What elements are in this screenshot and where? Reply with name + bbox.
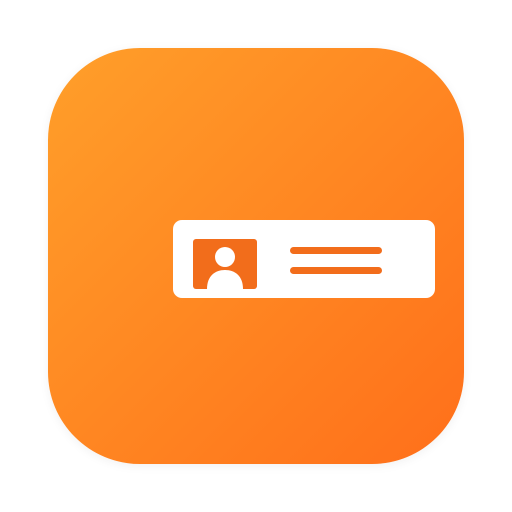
user-avatar-icon <box>193 239 257 289</box>
app-icon[interactable] <box>48 48 464 464</box>
text-line-bottom <box>290 267 382 274</box>
app-icon-canvas <box>0 0 512 512</box>
contact-card <box>173 220 435 298</box>
text-line-top <box>290 247 382 254</box>
avatar-head <box>215 247 235 267</box>
user-avatar-icon-graphic <box>193 239 257 289</box>
